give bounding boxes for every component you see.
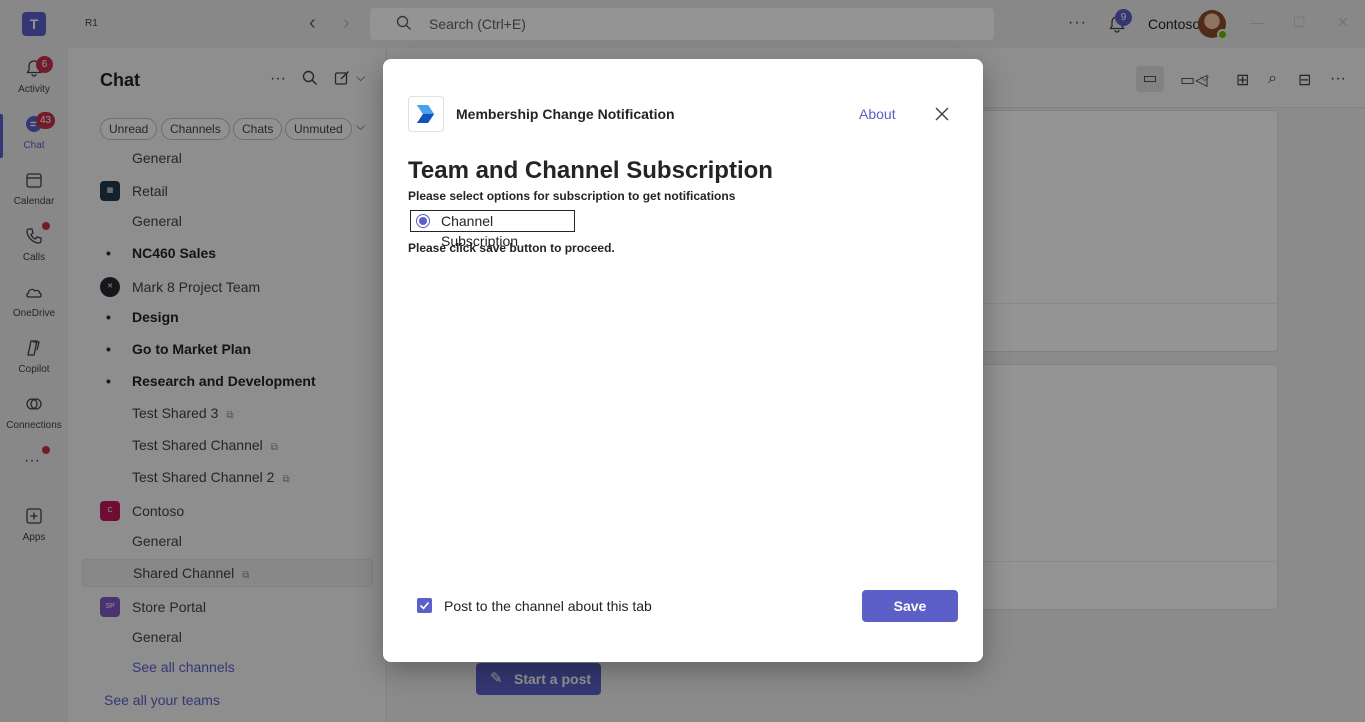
checkmark-icon xyxy=(419,601,430,610)
save-button[interactable]: Save xyxy=(862,590,958,622)
about-link[interactable]: About xyxy=(859,106,896,122)
post-to-channel-label: Post to the channel about this tab xyxy=(444,598,652,614)
power-automate-icon xyxy=(417,105,434,123)
app-logo xyxy=(408,96,444,132)
close-dialog-button[interactable] xyxy=(931,103,953,125)
close-icon xyxy=(935,107,949,121)
channel-subscription-radio[interactable]: Channel Subscription xyxy=(410,210,575,249)
dialog-subtitle: Please select options for subscription t… xyxy=(408,189,736,203)
dialog-app-name: Membership Change Notification xyxy=(456,106,675,122)
post-to-channel-checkbox[interactable] xyxy=(417,598,432,613)
membership-notification-dialog: Membership Change Notification About Tea… xyxy=(383,59,983,662)
radio-selected-icon xyxy=(416,214,430,228)
instruction-text: Please click save button to proceed. xyxy=(408,241,615,255)
dialog-heading: Team and Channel Subscription xyxy=(408,157,773,184)
